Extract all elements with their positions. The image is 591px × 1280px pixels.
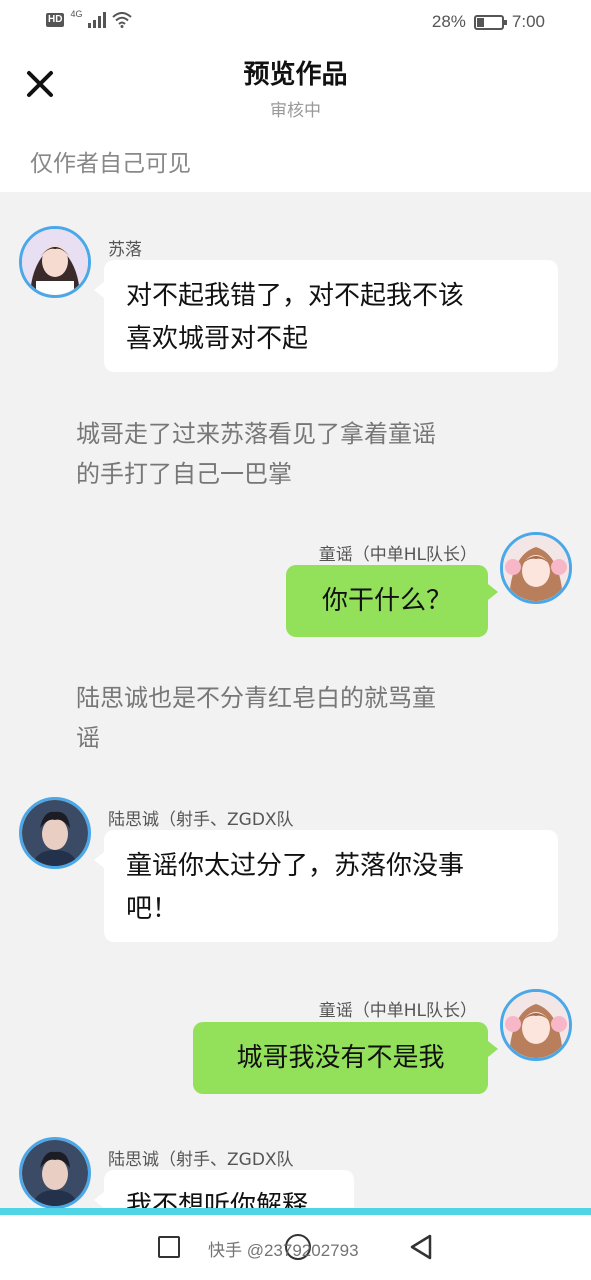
message-line: 对不起我错了，对不起我不该 bbox=[126, 281, 465, 311]
battery-percent: 28% bbox=[431, 12, 466, 31]
navigation-bar: 快手 @2379202793 bbox=[0, 1208, 591, 1280]
bubble-tail bbox=[94, 852, 104, 868]
watermark: 快手 @2379202793 bbox=[208, 1241, 359, 1260]
avatar-sender[interactable] bbox=[19, 1137, 91, 1208]
sender-name: 童谣（中单HL队长） bbox=[318, 545, 477, 565]
message-bubble[interactable]: 你干什么？ bbox=[286, 565, 488, 637]
nav-accent-strip bbox=[0, 1208, 591, 1215]
avatar-image bbox=[22, 800, 88, 866]
message-line: 童谣你太过分了，苏落你没事 bbox=[126, 851, 465, 881]
message-line: 城哥我没有不是我 bbox=[236, 1043, 445, 1073]
narration-line: 的手打了自己一巴掌 bbox=[76, 460, 292, 488]
narration-line: 城哥走了过来苏落看见了拿着童谣 bbox=[76, 420, 436, 448]
bubble-tail bbox=[488, 1041, 498, 1057]
avatar-image bbox=[503, 535, 569, 601]
narration-line: 谣 bbox=[76, 724, 100, 752]
status-bar: HD 4G 28% 7:00 bbox=[0, 0, 591, 46]
avatar-image bbox=[22, 229, 88, 295]
avatar-image bbox=[503, 992, 569, 1058]
sender-name: 苏落 bbox=[108, 240, 142, 260]
avatar-image bbox=[22, 1140, 88, 1206]
back-icon[interactable] bbox=[408, 1233, 434, 1261]
message-bubble[interactable]: 我不想听你解释 bbox=[104, 1170, 354, 1208]
message-line: 我不想听你解释 bbox=[126, 1191, 309, 1208]
message-line: 吧！ bbox=[126, 894, 179, 924]
message-line: 喜欢城哥对不起 bbox=[126, 324, 309, 354]
avatar-sender[interactable] bbox=[19, 226, 91, 298]
message-bubble[interactable]: 对不起我错了，对不起我不该 喜欢城哥对不起 bbox=[104, 260, 558, 372]
battery-icon bbox=[473, 14, 507, 30]
chat-area[interactable]: 苏落 对不起我错了，对不起我不该 喜欢城哥对不起 城哥走了过来苏落看见了拿着童谣… bbox=[0, 192, 591, 1208]
network-type: 4G bbox=[70, 9, 83, 19]
battery-fill bbox=[476, 17, 485, 27]
page-subtitle: 审核中 bbox=[270, 101, 321, 121]
narration-text: 陆思诚也是不分青红皂白的就骂童 谣 bbox=[76, 678, 506, 758]
status-right: 28% 7:00 bbox=[432, 12, 545, 32]
avatar-sender[interactable] bbox=[19, 797, 91, 869]
message-bubble[interactable]: 城哥我没有不是我 bbox=[193, 1022, 488, 1094]
message-bubble[interactable]: 童谣你太过分了，苏落你没事 吧！ bbox=[104, 830, 558, 942]
bubble-tail bbox=[94, 1192, 104, 1208]
visibility-note: 仅作者自己可见 bbox=[0, 130, 591, 192]
avatar-sender[interactable] bbox=[500, 989, 572, 1061]
page-title: 预览作品 bbox=[243, 60, 348, 90]
narration-text: 城哥走了过来苏落看见了拿着童谣 的手打了自己一巴掌 bbox=[76, 414, 506, 494]
message-line: 你干什么？ bbox=[321, 586, 452, 616]
clock: 7:00 bbox=[511, 12, 545, 31]
signal-icon bbox=[88, 12, 107, 28]
visibility-text: 仅作者自己可见 bbox=[30, 151, 191, 177]
sender-name: 陆思诚（射手、ZGDX队 bbox=[108, 810, 294, 830]
status-left: HD 4G bbox=[46, 9, 133, 28]
avatar-sender[interactable] bbox=[500, 532, 572, 604]
wifi-icon bbox=[112, 12, 133, 28]
hd-badge: HD bbox=[46, 13, 65, 27]
sender-name: 童谣（中单HL队长） bbox=[318, 1001, 477, 1021]
narration-line: 陆思诚也是不分青红皂白的就骂童 bbox=[76, 684, 436, 712]
bubble-tail bbox=[94, 282, 104, 298]
bubble-tail bbox=[488, 584, 498, 600]
header: 预览作品 审核中 bbox=[0, 46, 591, 130]
recent-apps-icon[interactable] bbox=[158, 1236, 180, 1258]
sender-name: 陆思诚（射手、ZGDX队 bbox=[108, 1150, 294, 1170]
